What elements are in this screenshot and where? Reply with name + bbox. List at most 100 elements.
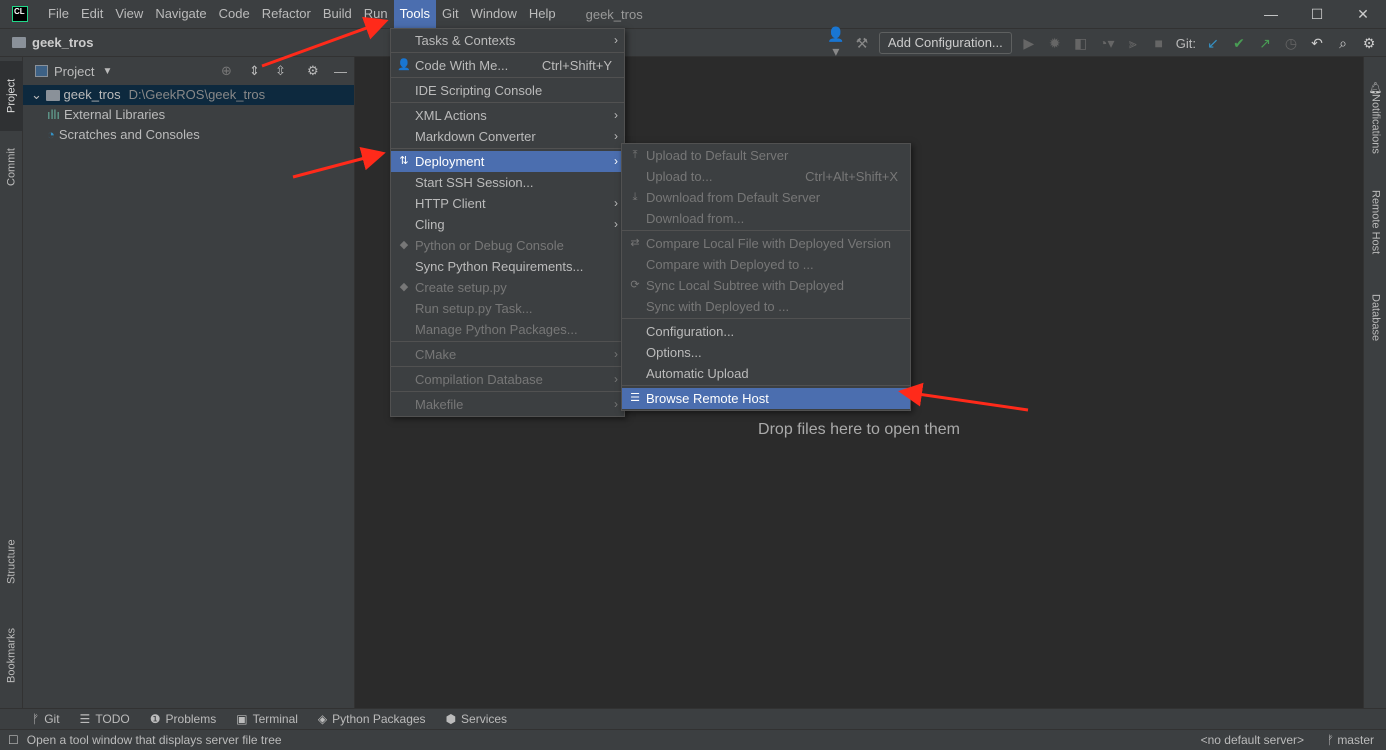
history-icon[interactable]: ◷ [1282,35,1300,52]
menu-item-compilation-database[interactable]: Compilation Database › [391,369,624,390]
menu-item-xml-actions[interactable]: XML Actions › [391,105,624,126]
git-update-icon[interactable]: ↙ [1204,35,1222,52]
tool-window-problems[interactable]: ❶ Problems [150,712,216,726]
tool-window-git[interactable]: ᚠ Git [32,712,60,726]
git-branch-icon: ᚠ [32,712,40,726]
tree-item-external-libraries[interactable]: ıllı External Libraries [23,105,354,125]
tool-window-terminal[interactable]: ▣ Terminal [236,712,298,726]
menu-view[interactable]: View [109,0,149,28]
tab-notifications[interactable]: 🔔︎ Notifications [1364,67,1386,167]
create-setup-py-icon: ◆ [399,281,409,293]
run-icon[interactable]: ▶ [1020,35,1038,52]
code-with-me-icon[interactable]: 👤▾ [827,26,845,60]
menu-item-cmake[interactable]: CMake › [391,344,624,365]
menu-item-cling[interactable]: Cling › [391,214,624,235]
toggle-tool-windows-icon[interactable]: ☐ [8,733,19,747]
git-push-icon[interactable]: ↗ [1256,35,1274,52]
menu-code[interactable]: Code [213,0,256,28]
profile-icon[interactable]: ◔▾ [1098,35,1116,52]
breadcrumb-project[interactable]: geek_tros [32,35,93,50]
search-icon[interactable]: ⌕ [1334,35,1352,52]
menu-file[interactable]: File [42,0,75,28]
menu-edit[interactable]: Edit [75,0,109,28]
deployment-server-widget[interactable]: <no default server> [1201,733,1304,747]
tool-window-services[interactable]: ⬢ Services [446,712,508,726]
menu-item-options[interactable]: Options... [622,342,910,363]
menu-build[interactable]: Build [317,0,358,28]
chevron-down-icon[interactable]: ▼ [102,66,112,77]
maximize-button[interactable]: ☐ [1294,0,1340,28]
tab-remote-host[interactable]: Remote Host [1364,177,1386,267]
tree-item-geek-tros[interactable]: ⌄ geek_tros D:\GeekROS\geek_tros [23,85,354,105]
menu-navigate[interactable]: Navigate [149,0,212,28]
menu-git[interactable]: Git [436,0,465,28]
project-view-selector[interactable]: Project [54,64,94,79]
close-button[interactable]: ✕ [1340,0,1386,28]
tool-window-todo[interactable]: ☰ TODO [80,712,130,726]
menu-window[interactable]: Window [465,0,523,28]
tool-window-python-packages[interactable]: ◈ Python Packages [318,712,426,726]
menu-item-markdown-converter[interactable]: Markdown Converter › [391,126,624,147]
menu-item-sync-local-subtree-with-deployed[interactable]: ⟳ Sync Local Subtree with Deployed [622,275,910,296]
menu-item-run-setup-py-task[interactable]: Run setup.py Task... [391,298,624,319]
menu-item-download-from-default-server[interactable]: ⤓ Download from Default Server [622,187,910,208]
menu-item-sync-with-deployed-to[interactable]: Sync with Deployed to ... [622,296,910,317]
tab-structure[interactable]: Structure [0,527,23,597]
menu-item-browse-remote-host[interactable]: ☰ Browse Remote Host [622,388,910,409]
menu-refactor[interactable]: Refactor [256,0,317,28]
tab-project[interactable]: Project [0,61,23,131]
menu-item-label: CMake [415,347,457,362]
status-bar: ☐ Open a tool window that displays serve… [0,729,1386,750]
menu-item-label: IDE Scripting Console [415,83,543,98]
menu-item-download-from[interactable]: Download from... [622,208,910,229]
collapse-all-icon[interactable]: ⇳ [275,63,286,79]
git-commit-icon[interactable]: ✔ [1230,35,1248,52]
chevron-right-icon: › [614,129,618,143]
expand-all-icon[interactable]: ⇕ [249,63,260,79]
menu-item-upload-to[interactable]: Upload to... Ctrl+Alt+Shift+X [622,166,910,187]
menu-item-upload-to-default-server[interactable]: ⤒ Upload to Default Server [622,145,910,166]
menu-item-label: Sync Python Requirements... [415,259,584,274]
menu-item-compare-with-deployed-to[interactable]: Compare with Deployed to ... [622,254,910,275]
attach-icon[interactable]: ⫸ [1124,35,1142,52]
coverage-icon[interactable]: ◧ [1072,35,1090,52]
menu-tools[interactable]: Tools [393,0,436,28]
menu-item-deployment[interactable]: ⇅ Deployment › [391,151,624,172]
menu-item-sync-python-requirements[interactable]: Sync Python Requirements... [391,256,624,277]
menu-item-automatic-upload[interactable]: Automatic Upload [622,363,910,384]
menu-run[interactable]: Run [358,0,394,28]
menu-item-code-with-me[interactable]: 👤 Code With Me... Ctrl+Shift+Y [391,55,624,76]
settings-gear-icon[interactable]: ⚙ [1360,35,1378,52]
git-branch-widget[interactable]: ᚠ master [1327,733,1374,747]
shortcut: Ctrl+Shift+Y [541,58,612,73]
tool-window-label: Services [461,712,508,726]
build-hammer-icon[interactable]: ⚒ [853,35,871,52]
menu-item-create-setup-py[interactable]: ◆ Create setup.py [391,277,624,298]
minimize-button[interactable]: — [1248,0,1294,28]
locate-icon[interactable]: ⊕ [221,63,232,79]
rollback-icon[interactable]: ↶ [1308,35,1326,52]
menu-item-manage-python-packages[interactable]: Manage Python Packages... [391,319,624,340]
menu-item-makefile[interactable]: Makefile › [391,394,624,415]
tab-commit[interactable]: Commit [0,137,23,197]
tab-bookmarks[interactable]: Bookmarks [0,613,23,697]
tree-item-scratches-and-consoles[interactable]: ◔ Scratches and Consoles [23,125,354,145]
options-gear-icon[interactable]: ⚙ [307,63,319,79]
add-configuration-button[interactable]: Add Configuration... [878,32,1012,54]
project-panel-header: Project ▼ ⊕ ⇕ ⇳ ⚙ — [23,57,354,85]
menu-item-python-or-debug-console[interactable]: ◆ Python or Debug Console [391,235,624,256]
debug-icon[interactable]: ✹ [1046,35,1064,52]
stop-icon[interactable]: ■ [1150,35,1168,51]
menu-item-ide-scripting-console[interactable]: IDE Scripting Console [391,80,624,101]
menu-item-label: Manage Python Packages... [415,322,578,337]
menu-item-tasks-contexts[interactable]: Tasks & Contexts › [391,30,624,51]
chevron-down-icon[interactable]: ⌄ [31,87,46,102]
menu-item-compare-local-file-with-deployed-version[interactable]: ⇄ Compare Local File with Deployed Versio… [622,233,910,254]
menu-help[interactable]: Help [523,0,562,28]
menu-item-configuration[interactable]: Configuration... [622,321,910,342]
tab-database[interactable]: Database [1364,283,1386,353]
menu-item-http-client[interactable]: HTTP Client › [391,193,624,214]
hide-icon[interactable]: — [334,64,347,79]
menu-item-start-ssh-session[interactable]: Start SSH Session... [391,172,624,193]
shortcut: Ctrl+Alt+Shift+X [805,169,898,184]
